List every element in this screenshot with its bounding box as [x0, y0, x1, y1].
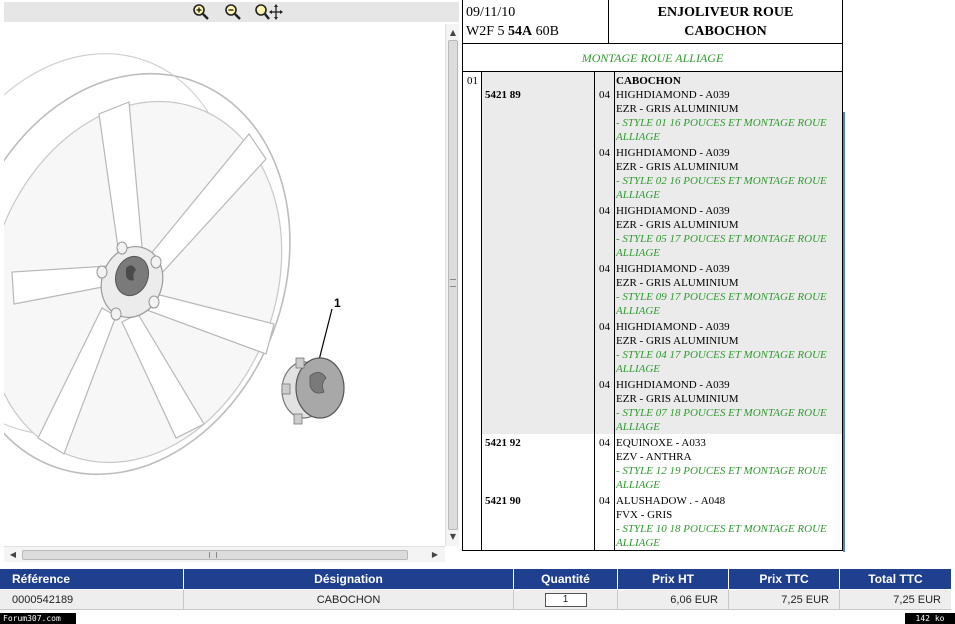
file-size-label: 142 ko: [905, 613, 955, 624]
cell-price-ht: 6,06 EUR: [618, 590, 729, 610]
list-item[interactable]: ALUSHADOW . - A048 FVX - GRIS - STYLE 10…: [616, 494, 840, 550]
wheel-illustration: 1: [4, 53, 345, 476]
column-header-quantity: Quantité: [514, 569, 618, 589]
parts-scrollbar[interactable]: [843, 112, 845, 552]
scroll-left-arrow-icon[interactable]: ◀: [6, 547, 20, 563]
cell-quantity: 1: [514, 590, 618, 610]
part-qty: 04: [599, 437, 610, 449]
zoom-pan-icon[interactable]: [254, 3, 284, 21]
list-item[interactable]: HIGHDIAMOND - A039 EZR - GRIS ALUMINIUM …: [616, 378, 840, 434]
list-item[interactable]: HIGHDIAMOND - A039 EZR - GRIS ALUMINIUM …: [616, 320, 840, 376]
column-header-reference: Référence: [0, 569, 184, 589]
parts-list: 01 CABOCHON 5421 89 04 HIGHDIAMOND - A03…: [463, 72, 842, 550]
cell-total-ttc: 7,25 EUR: [840, 590, 951, 610]
item-title: CABOCHON: [616, 75, 681, 87]
list-item[interactable]: HIGHDIAMOND - A039 EZR - GRIS ALUMINIUM …: [616, 262, 840, 318]
parts-panel: 09/11/10 W2F 5 54A 60B ENJOLIVEUR ROUE C…: [462, 0, 843, 551]
zoom-toolbar: [4, 2, 459, 22]
list-item[interactable]: HIGHDIAMOND - A039 EZR - GRIS ALUMINIUM …: [616, 204, 840, 260]
part-qty: 04: [599, 89, 610, 101]
scroll-down-arrow-icon[interactable]: ▼: [446, 530, 460, 544]
watermark-label: Forum307.com: [0, 613, 76, 624]
catalog-info: 09/11/10 W2F 5 54A 60B: [463, 0, 609, 44]
section-subtitle: MONTAGE ROUE ALLIAGE: [463, 44, 842, 72]
part-qty: 04: [599, 321, 610, 333]
part-qty: 04: [599, 205, 610, 217]
part-qty: 04: [599, 147, 610, 159]
catalog-code: W2F 5 54A 60B: [466, 24, 559, 39]
vertical-scroll-thumb[interactable]: [448, 40, 458, 530]
part-qty: 04: [599, 495, 610, 507]
list-item[interactable]: HIGHDIAMOND - A039 EZR - GRIS ALUMINIUM …: [616, 88, 840, 144]
part-ref[interactable]: 5421 90: [485, 494, 521, 508]
page-title: ENJOLIVEUR ROUE CABOCHON: [609, 0, 842, 44]
scroll-up-arrow-icon[interactable]: ▲: [446, 26, 460, 40]
diagram-viewer: 1 ▲ ▼ ◀ ▶: [4, 2, 459, 564]
scroll-right-arrow-icon[interactable]: ▶: [428, 547, 442, 563]
callout-leader: [317, 308, 333, 365]
cell-reference: 0000542189: [0, 590, 184, 610]
cell-designation: CABOCHON: [184, 590, 514, 610]
part-ref[interactable]: 5421 92: [485, 436, 521, 450]
catalog-date: 09/11/10: [466, 5, 516, 20]
quantity-input[interactable]: 1: [544, 593, 587, 608]
list-item[interactable]: HIGHDIAMOND - A039 EZR - GRIS ALUMINIUM …: [616, 146, 840, 202]
zoom-in-icon[interactable]: [192, 3, 210, 21]
column-reference: [482, 72, 595, 434]
viewer-horizontal-scrollbar[interactable]: ◀ ▶: [4, 546, 445, 562]
list-item[interactable]: EQUINOXE - A033 EZV - ANTHRA - STYLE 12 …: [616, 436, 840, 492]
callout-label: 1: [334, 296, 341, 310]
part-qty: 04: [599, 379, 610, 391]
column-header-price-ttc: Prix TTC: [729, 569, 840, 589]
part-qty: 04: [599, 263, 610, 275]
zoom-out-icon[interactable]: [224, 3, 242, 21]
horizontal-scroll-thumb[interactable]: [22, 550, 408, 560]
column-header-designation: Désignation: [184, 569, 514, 589]
column-header-price-ht: Prix HT: [618, 569, 729, 589]
center-cap-illustration: [281, 357, 345, 425]
wheel-diagram: 1: [4, 24, 444, 546]
cell-price-ttc: 7,25 EUR: [729, 590, 840, 610]
part-ref[interactable]: 5421 89: [485, 88, 521, 102]
column-header-total-ttc: Total TTC: [840, 569, 951, 589]
viewer-vertical-scrollbar[interactable]: ▲ ▼: [445, 24, 459, 546]
item-number: 01: [467, 75, 478, 87]
column-item-number: [463, 72, 482, 550]
